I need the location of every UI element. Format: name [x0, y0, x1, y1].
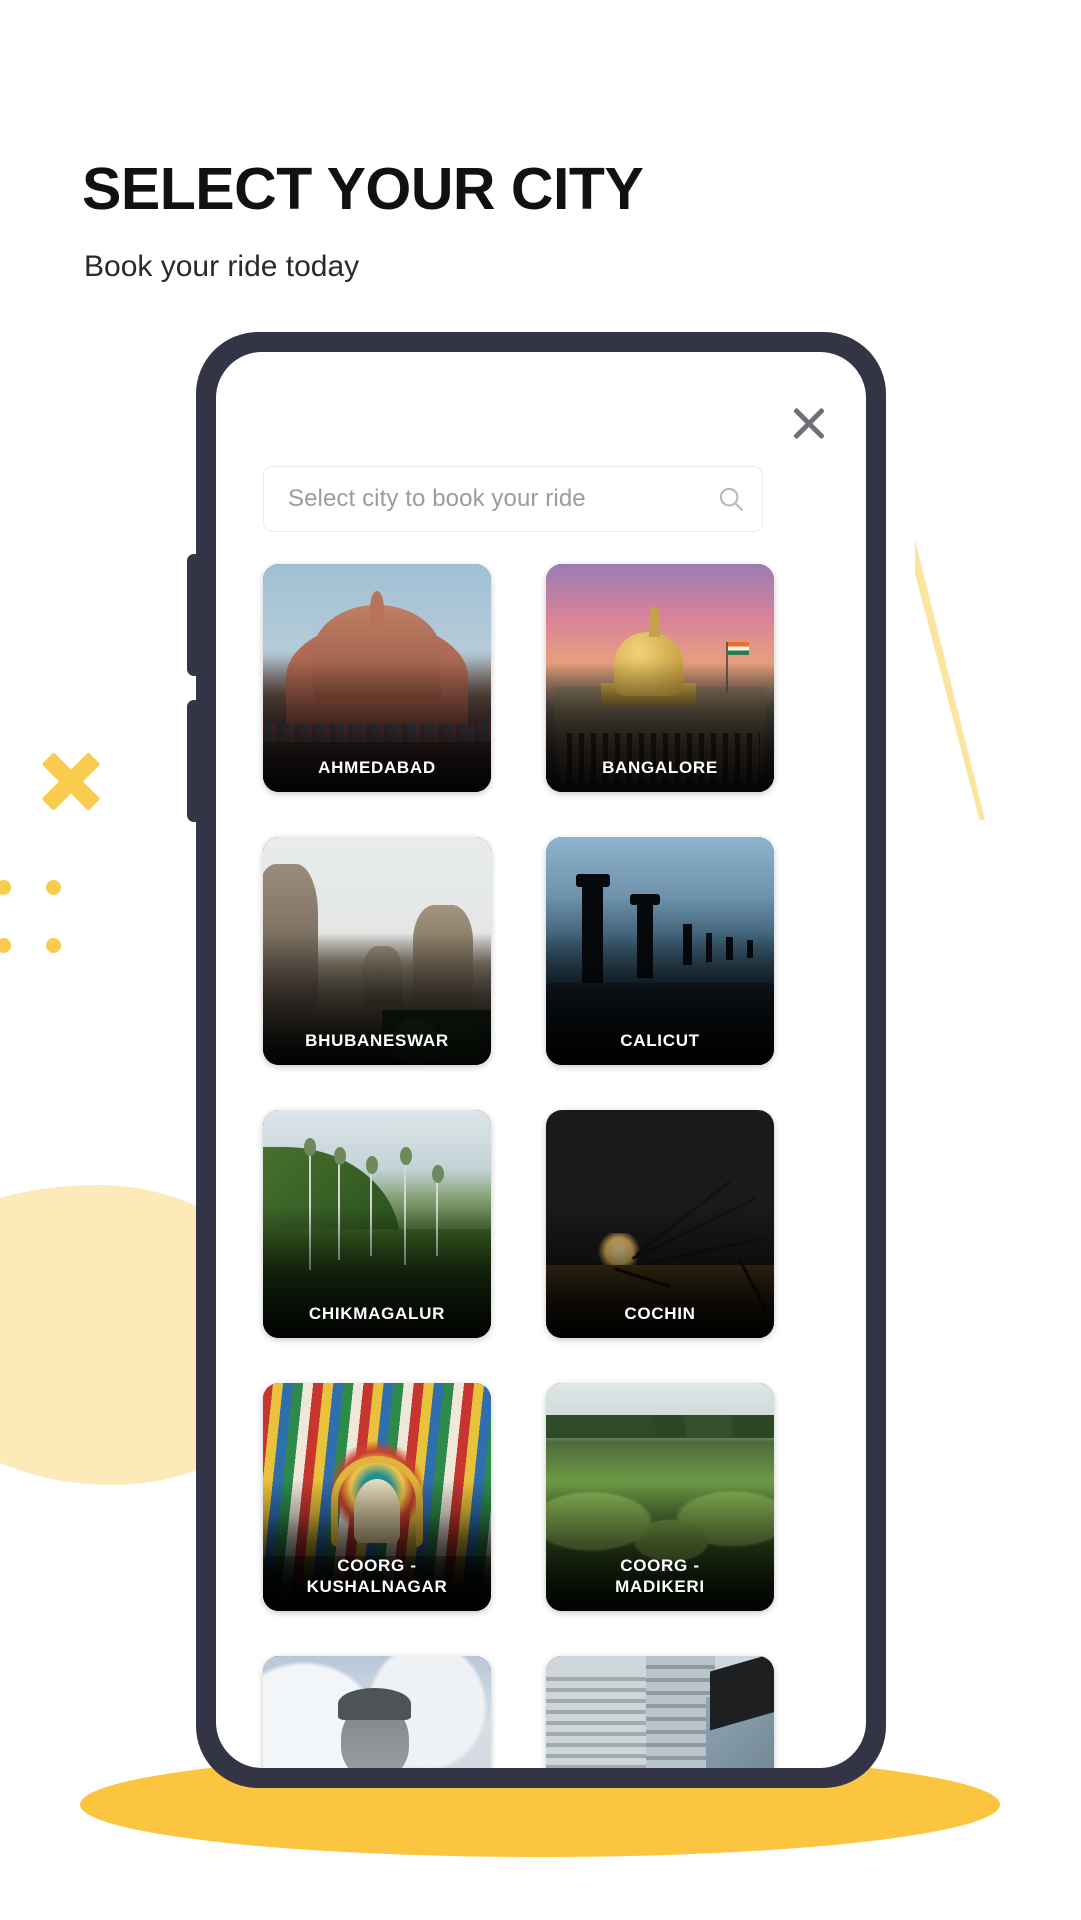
search-input[interactable]	[288, 485, 716, 513]
city-image	[546, 1656, 774, 1768]
close-icon[interactable]	[788, 402, 830, 444]
phone-mockup-frame: AHMEDABAD BANGALORE	[187, 332, 886, 1788]
dot-decoration	[46, 938, 61, 953]
city-label: COCHIN	[624, 1303, 696, 1323]
city-grid: AHMEDABAD BANGALORE BHUBANESWAR CALICUT …	[263, 564, 823, 1768]
city-label: BHUBANESWAR	[305, 1030, 449, 1050]
city-card-bhubaneswar[interactable]: BHUBANESWAR	[263, 837, 491, 1065]
city-card-chikmagalur[interactable]: CHIKMAGALUR	[263, 1110, 491, 1338]
city-card-calicut[interactable]: CALICUT	[546, 837, 774, 1065]
city-card-partial-office[interactable]	[546, 1656, 774, 1768]
phone-volume-down-button[interactable]	[187, 700, 201, 822]
city-card-ahmedabad[interactable]: AHMEDABAD	[263, 564, 491, 792]
dot-decoration	[46, 880, 61, 895]
search-icon[interactable]	[716, 484, 746, 514]
yellow-sliver-decoration	[915, 540, 985, 820]
city-label: CALICUT	[620, 1030, 700, 1050]
city-label: CHIKMAGALUR	[308, 1303, 446, 1323]
city-card-cochin[interactable]: COCHIN	[546, 1110, 774, 1338]
city-label: AHMEDABAD	[318, 757, 436, 777]
phone-screen: AHMEDABAD BANGALORE	[216, 352, 866, 1768]
page-title: SELECT YOUR CITY	[82, 156, 644, 222]
city-label: BANGALORE	[602, 757, 718, 777]
x-mark-icon	[38, 748, 104, 814]
city-label: COORG - KUSHALNAGAR	[306, 1556, 448, 1596]
city-card-coorg-madikeri[interactable]: COORG - MADIKERI	[546, 1383, 774, 1611]
city-card-partial-buddha[interactable]	[263, 1656, 491, 1768]
city-image	[263, 1656, 491, 1768]
city-card-coorg-kushalnagar[interactable]: COORG - KUSHALNAGAR	[263, 1383, 491, 1611]
dot-decoration	[0, 880, 11, 895]
page-root: SELECT YOUR CITY Book your ride today Se…	[0, 0, 1081, 1920]
city-label: COORG - MADIKERI	[615, 1556, 705, 1596]
city-card-bangalore[interactable]: BANGALORE	[546, 564, 774, 792]
search-field[interactable]	[263, 466, 763, 532]
phone-volume-up-button[interactable]	[187, 554, 201, 676]
dot-decoration	[0, 938, 11, 953]
page-subtitle: Book your ride today	[84, 250, 360, 283]
